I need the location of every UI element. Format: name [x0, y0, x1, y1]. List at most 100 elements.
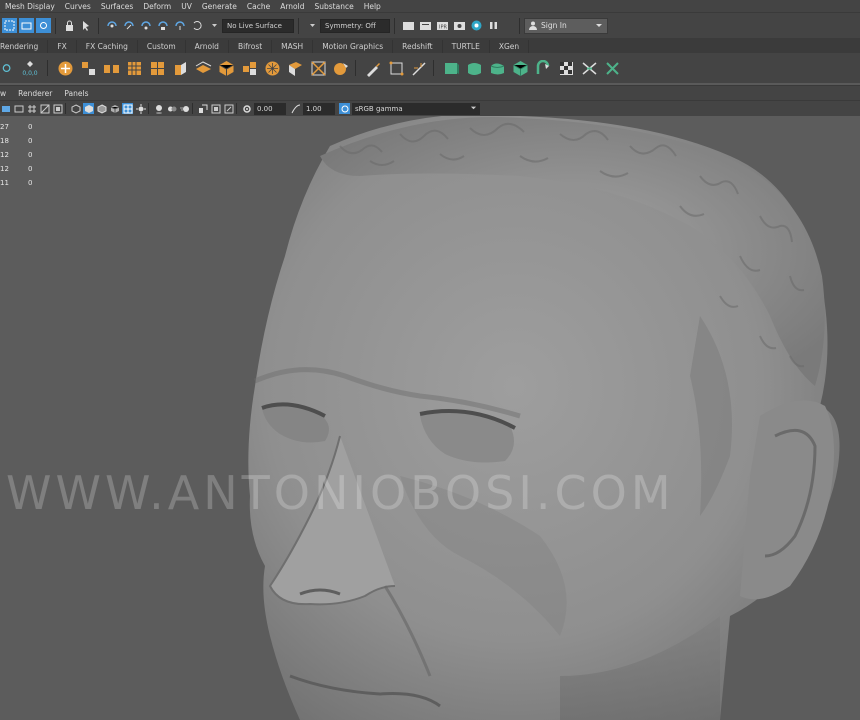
snap-to-curve-icon[interactable]	[122, 18, 137, 33]
average-vertices-icon[interactable]	[147, 58, 167, 78]
status-line: No Live Surface Symmetry: Off IPR Sign I…	[0, 12, 860, 38]
fill-hole-icon[interactable]	[285, 58, 305, 78]
gamma-field[interactable]: 1.00	[303, 102, 335, 115]
uv-spherical-icon[interactable]	[487, 58, 507, 78]
tab-fx-caching[interactable]: FX Caching	[77, 40, 138, 53]
perspective-viewport[interactable]: 27 0 18 0 12 0 12 0 11 0 WWW.ANTONIOBOSI.COM	[0, 116, 860, 720]
select-by-object-icon[interactable]	[19, 18, 34, 33]
render-current-frame-icon[interactable]	[418, 18, 433, 33]
snap-together-icon[interactable]	[190, 18, 205, 33]
multi-cut-icon[interactable]	[331, 58, 351, 78]
snap-to-view-plane-icon[interactable]	[156, 18, 171, 33]
menu-help[interactable]: Help	[359, 2, 386, 11]
uv-automatic-icon[interactable]	[510, 58, 530, 78]
menu-curves[interactable]: Curves	[60, 2, 96, 11]
tab-rendering[interactable]: Rendering	[0, 40, 49, 53]
edit-edge-flow-icon[interactable]	[409, 58, 429, 78]
exposure-icon[interactable]	[241, 103, 252, 114]
chevron-down-icon[interactable]	[207, 18, 222, 33]
menu-view[interactable]: w	[0, 89, 12, 98]
tab-xgen[interactable]: XGen	[490, 40, 530, 53]
frame-all-icon[interactable]	[210, 103, 221, 114]
select-by-hierarchy-icon[interactable]	[2, 18, 17, 33]
tab-custom[interactable]: Custom	[138, 40, 186, 53]
combine-icon[interactable]	[78, 58, 98, 78]
menu-generate[interactable]: Generate	[197, 2, 242, 11]
user-icon	[529, 21, 537, 30]
chevron-down-icon[interactable]	[305, 18, 320, 33]
ambient-occlusion-icon[interactable]	[166, 103, 177, 114]
live-surface-field[interactable]: No Live Surface	[222, 18, 294, 33]
grid-icon[interactable]	[26, 103, 37, 114]
separator	[236, 103, 237, 114]
tab-redshift[interactable]: Redshift	[393, 40, 443, 53]
knife-tool-icon[interactable]	[363, 58, 383, 78]
smooth-shade-icon[interactable]	[83, 103, 94, 114]
quad-draw-icon[interactable]	[386, 58, 406, 78]
motion-blur-icon[interactable]	[179, 103, 190, 114]
symmetry-field[interactable]: Symmetry: Off	[320, 18, 390, 33]
lock-icon[interactable]	[62, 18, 77, 33]
lights-icon[interactable]	[135, 103, 146, 114]
menu-panels[interactable]: Panels	[58, 89, 94, 98]
select-by-component-icon[interactable]	[36, 18, 51, 33]
menu-surfaces[interactable]: Surfaces	[96, 2, 138, 11]
menu-renderer[interactable]: Renderer	[12, 89, 58, 98]
menu-uv[interactable]: UV	[176, 2, 197, 11]
frame-selected-icon[interactable]	[223, 103, 234, 114]
wireframe-icon[interactable]	[70, 103, 81, 114]
gamma-icon[interactable]	[290, 103, 301, 114]
merge-to-center-icon[interactable]	[262, 58, 282, 78]
wireframe-on-shaded-icon[interactable]	[96, 103, 107, 114]
tab-mash[interactable]: MASH	[272, 40, 314, 53]
textured-icon[interactable]	[109, 103, 120, 114]
uv-planar-icon[interactable]	[441, 58, 461, 78]
film-gate-icon[interactable]	[39, 103, 50, 114]
tab-fx[interactable]: FX	[48, 40, 77, 53]
uv-cut-icon[interactable]	[579, 58, 599, 78]
isolate-select-icon[interactable]	[197, 103, 208, 114]
snap-to-grid-icon[interactable]	[105, 18, 120, 33]
smooth-icon[interactable]	[124, 58, 144, 78]
xray-icon[interactable]	[122, 103, 133, 114]
uv-unfold-icon[interactable]	[533, 58, 553, 78]
selection-mask-icon[interactable]	[79, 18, 94, 33]
shadows-icon[interactable]	[153, 103, 164, 114]
extrude-icon[interactable]	[170, 58, 190, 78]
menu-mesh-display[interactable]: Mesh Display	[0, 2, 60, 11]
menu-cache[interactable]: Cache	[242, 2, 275, 11]
camera-attributes-icon[interactable]	[0, 103, 11, 114]
render-view-icon[interactable]	[401, 18, 416, 33]
bevel-icon[interactable]	[216, 58, 236, 78]
resolution-gate-icon[interactable]	[52, 103, 63, 114]
render-settings-icon[interactable]	[452, 18, 467, 33]
make-live-icon[interactable]	[173, 18, 188, 33]
hud-label: 27	[0, 123, 9, 131]
exposure-field[interactable]: 0.00	[254, 102, 286, 115]
sign-in-button[interactable]: Sign In	[524, 17, 608, 34]
uv-sew-icon[interactable]	[602, 58, 622, 78]
collapse-icon[interactable]	[308, 58, 328, 78]
tab-motion-graphics[interactable]: Motion Graphics	[313, 40, 394, 53]
uv-cylindrical-icon[interactable]	[464, 58, 484, 78]
arnold-render-icon[interactable]	[469, 18, 484, 33]
snap-to-point-icon[interactable]	[139, 18, 154, 33]
pivot-tool-icon[interactable]	[0, 58, 14, 78]
tab-turtle[interactable]: TURTLE	[443, 40, 490, 53]
pause-icon[interactable]	[486, 18, 501, 33]
separate-icon[interactable]	[101, 58, 121, 78]
snap-pivot-icon[interactable]: 0,0,0	[17, 58, 43, 78]
tab-arnold[interactable]: Arnold	[186, 40, 229, 53]
color-management-select[interactable]: sRGB gamma	[352, 102, 480, 115]
tab-bifrost[interactable]: Bifrost	[229, 40, 273, 53]
color-management-icon[interactable]	[339, 103, 350, 114]
merge-icon[interactable]	[239, 58, 259, 78]
ipr-render-icon[interactable]: IPR	[435, 18, 450, 33]
image-plane-icon[interactable]	[13, 103, 24, 114]
uv-checker-icon[interactable]	[556, 58, 576, 78]
menu-deform[interactable]: Deform	[138, 2, 176, 11]
bridge-icon[interactable]	[193, 58, 213, 78]
modeling-toolkit-icon[interactable]	[55, 58, 75, 78]
menu-substance[interactable]: Substance	[309, 2, 358, 11]
menu-arnold[interactable]: Arnold	[275, 2, 309, 11]
